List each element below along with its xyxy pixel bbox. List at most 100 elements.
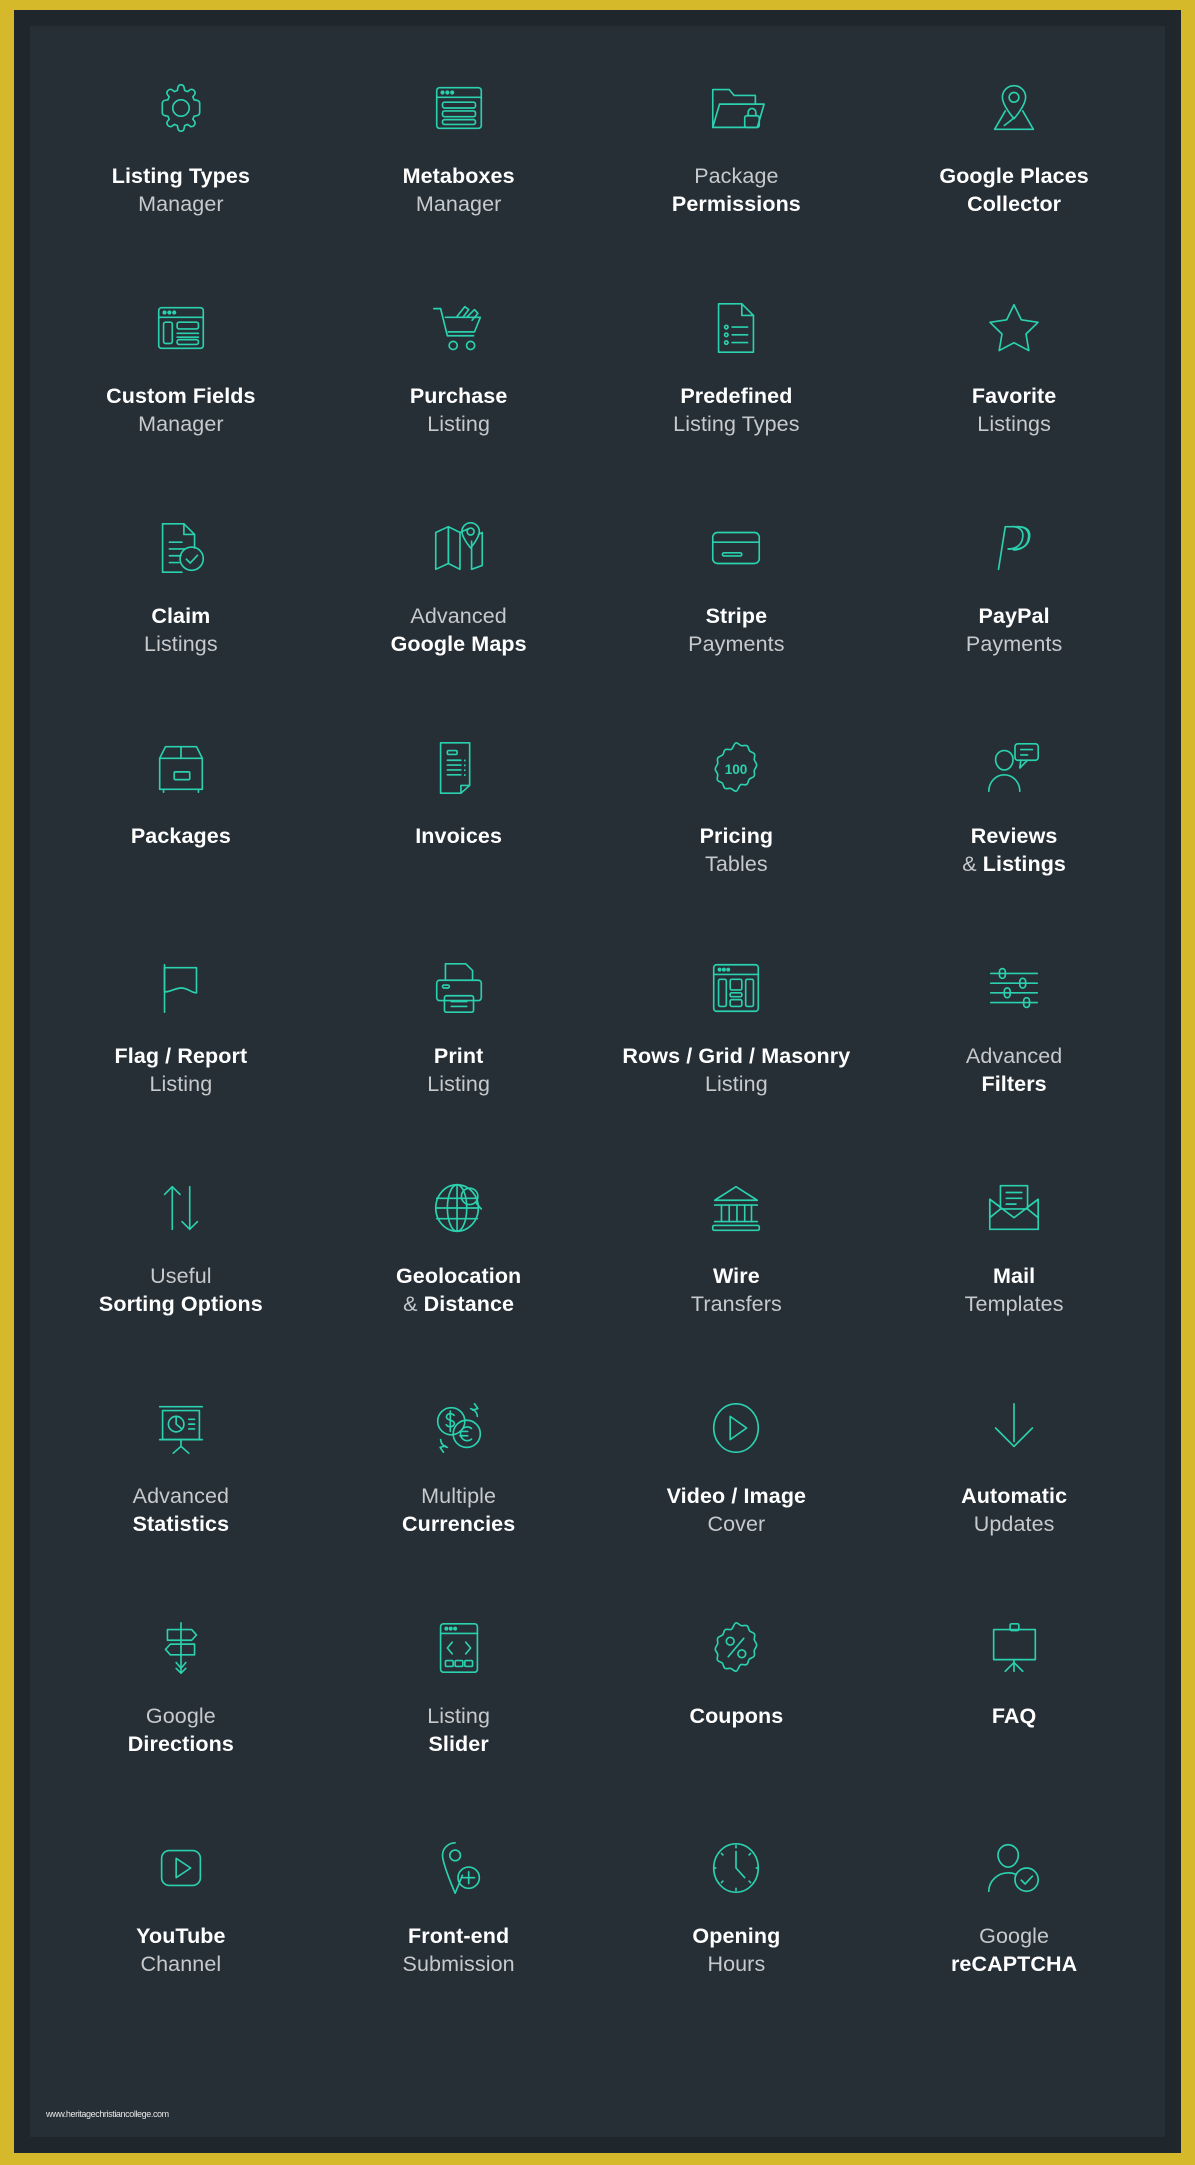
feature-item[interactable]: Flag / Report Listing (42, 930, 320, 1150)
feature-item[interactable]: Custom Fields Manager (42, 270, 320, 490)
feature-label-line1: Listing (427, 1704, 491, 1728)
feature-label-line1: Multiple (421, 1484, 497, 1508)
feature-label-line2: Slider (428, 1732, 489, 1757)
feature-item[interactable]: Print Listing (320, 930, 598, 1150)
feature-item[interactable]: Coupons (598, 1590, 876, 1810)
feature-item[interactable]: Predefined Listing Types (598, 270, 876, 490)
whiteboard-icon (983, 1606, 1045, 1690)
feature-item[interactable]: Package Permissions (598, 50, 876, 270)
feature-item[interactable]: Video / Image Cover (598, 1370, 876, 1590)
feature-label: Mail Templates (965, 1262, 1064, 1319)
feature-item[interactable]: Mail Templates (875, 1150, 1153, 1370)
feature-label-line1: Front-end (408, 1924, 510, 1948)
feature-item[interactable]: Purchase Listing (320, 270, 598, 490)
feature-label: Useful Sorting Options (99, 1262, 263, 1319)
feature-label: Custom Fields Manager (106, 382, 255, 439)
flag-icon (150, 946, 212, 1030)
feature-label-line2: Templates (964, 1292, 1064, 1317)
mail-envelope-icon (983, 1166, 1045, 1250)
feature-label-line2: Manager (138, 192, 224, 217)
feature-item[interactable]: Claim Listings (42, 490, 320, 710)
feature-label-line1: Google (145, 1704, 216, 1728)
feature-label: Metaboxes Manager (403, 162, 515, 219)
feature-item[interactable]: Google reCAPTCHA (875, 1810, 1153, 2030)
feature-item[interactable]: Reviews & Listings (875, 710, 1153, 930)
feature-label-line2: Collector (967, 192, 1062, 217)
feature-label-line2: Directions (127, 1732, 234, 1757)
credit-card-icon (705, 506, 767, 590)
feature-label-line2: Listing (427, 412, 491, 437)
feature-label-line1: Video / Image (666, 1484, 807, 1508)
feature-item[interactable]: Listing Slider (320, 1590, 598, 1810)
feature-item[interactable]: Favorite Listings (875, 270, 1153, 490)
feature-item[interactable]: Automatic Updates (875, 1370, 1153, 1590)
globe-search-icon (428, 1166, 490, 1250)
feature-label: Rows / Grid / Masonry Listing (622, 1042, 850, 1099)
user-comment-icon (983, 726, 1045, 810)
feature-label: Google Places Collector (939, 162, 1088, 219)
signpost-icon (150, 1606, 212, 1690)
feature-item[interactable]: Metaboxes Manager (320, 50, 598, 270)
feature-item[interactable]: Google Directions (42, 1590, 320, 1810)
feature-label-line1: YouTube (136, 1924, 226, 1948)
feature-item[interactable]: Wire Transfers (598, 1150, 876, 1370)
feature-item[interactable]: Rows / Grid / Masonry Listing (598, 930, 876, 1150)
ampersand: & (403, 1292, 424, 1317)
star-icon (983, 286, 1045, 370)
feature-label-line2: Listings (977, 412, 1051, 437)
feature-item[interactable]: Invoices (320, 710, 598, 930)
feature-item[interactable]: Useful Sorting Options (42, 1150, 320, 1370)
feature-label-line2: Distance (423, 1292, 515, 1317)
feature-item[interactable]: PayPal Payments (875, 490, 1153, 710)
feature-label-line1: Pricing (699, 824, 774, 848)
feature-label-line2: Listings (144, 632, 218, 657)
feature-label-line1: Invoices (415, 824, 503, 848)
feature-label-line1: Print (433, 1044, 484, 1068)
feature-label: Purchase Listing (410, 382, 508, 439)
feature-label: Predefined Listing Types (673, 382, 799, 439)
feature-item[interactable]: Multiple Currencies (320, 1370, 598, 1590)
badge-100-icon: 100 (705, 726, 767, 810)
feature-label: Print Listing (427, 1042, 490, 1099)
feature-label-line2: Google Maps (390, 632, 527, 657)
feature-label-line1: Reviews (970, 824, 1058, 848)
feature-label-line2: Payments (965, 632, 1063, 657)
feature-item[interactable]: Google Places Collector (875, 50, 1153, 270)
feature-label-line2: Hours (707, 1952, 766, 1977)
feature-item[interactable]: Geolocation & Distance (320, 1150, 598, 1370)
invoice-icon (428, 726, 490, 810)
feature-label: Listing Slider (427, 1702, 490, 1759)
feature-label: Advanced Filters (966, 1042, 1062, 1099)
feature-label: YouTube Channel (136, 1922, 225, 1979)
feature-label-line2: Channel (140, 1952, 222, 1977)
feature-item[interactable]: FAQ (875, 1590, 1153, 1810)
feature-item[interactable]: Listing Types Manager (42, 50, 320, 270)
feature-label-line2: Submission (402, 1952, 515, 1977)
feature-label: Invoices (415, 822, 502, 850)
box-package-icon (150, 726, 212, 810)
feature-item[interactable]: Advanced Statistics (42, 1370, 320, 1590)
feature-item[interactable]: Opening Hours (598, 1810, 876, 2030)
feature-item[interactable]: 100 Pricing Tables (598, 710, 876, 930)
feature-item[interactable]: YouTube Channel (42, 1810, 320, 2030)
feature-label-line1: Rows / Grid / Masonry (622, 1044, 851, 1068)
feature-label-line1: Stripe (705, 604, 768, 628)
feature-item[interactable]: Advanced Google Maps (320, 490, 598, 710)
ampersand: & (962, 852, 983, 877)
feature-label-line2: Listing (427, 1072, 491, 1097)
feature-label-line2: Filters (981, 1072, 1047, 1097)
feature-label: Claim Listings (144, 602, 218, 659)
feature-label-line2: Payments (688, 632, 785, 657)
feature-item[interactable]: Packages (42, 710, 320, 930)
feature-label: Coupons (689, 1702, 783, 1730)
feature-item[interactable]: Front-end Submission (320, 1810, 598, 2030)
feature-label: Pricing Tables (700, 822, 774, 879)
document-list-icon (705, 286, 767, 370)
feature-label-line1: Listing Types (111, 164, 251, 188)
layout-fields-icon (150, 286, 212, 370)
feature-item[interactable]: Advanced Filters (875, 930, 1153, 1150)
clock-icon (705, 1826, 767, 1910)
feature-item[interactable]: Stripe Payments (598, 490, 876, 710)
feature-label-line1: Useful (150, 1264, 212, 1288)
feature-label-line1: Automatic (961, 1484, 1068, 1508)
